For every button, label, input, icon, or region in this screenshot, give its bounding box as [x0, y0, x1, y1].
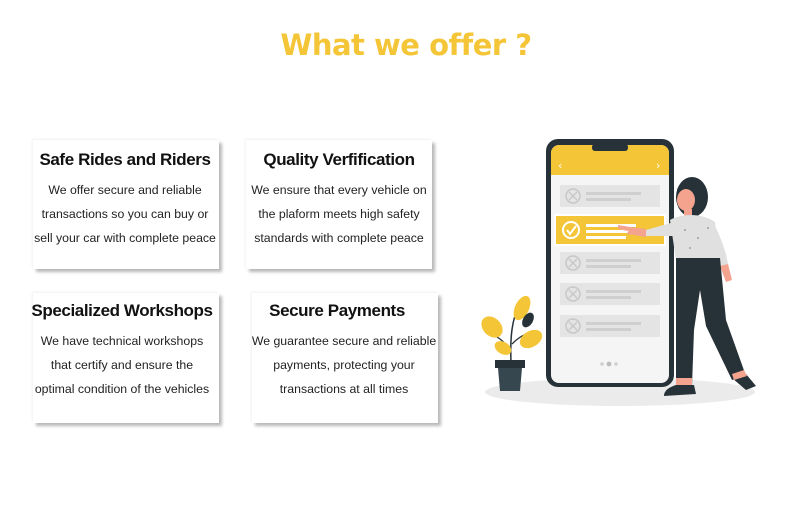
card-line: We ensure that every vehicle on — [251, 183, 427, 197]
card-line: We have technical workshops — [40, 334, 204, 348]
phone-checklist-illustration: ‹ › — [470, 130, 770, 420]
card-line: optimal condition of the vehicles — [34, 382, 210, 396]
card-line: that certify and ensure the — [50, 358, 194, 372]
card-line: standards with complete peace — [254, 231, 424, 245]
offer-section: What we offer ? Safe Rides and Riders We… — [0, 0, 805, 532]
card-line: payments, protecting your — [273, 358, 415, 372]
checklist-item — [560, 185, 660, 207]
svg-text:‹: ‹ — [558, 159, 562, 172]
card-line: We guarantee secure and reliable — [251, 334, 437, 348]
card-title: Secure Payments — [269, 301, 405, 320]
card-description: We have technical workshops that certify… — [29, 329, 215, 401]
feature-card-secure-payments: Secure Payments We guarantee secure and … — [252, 293, 438, 423]
card-description: We guarantee secure and reliable payment… — [246, 329, 442, 401]
card-title: Specialized Workshops — [31, 301, 213, 320]
card-title: Quality Verfification — [263, 150, 415, 169]
card-line: transactions at all times — [279, 382, 409, 396]
svg-text:›: › — [656, 159, 660, 172]
card-title: Safe Rides and Riders — [39, 150, 211, 169]
checklist-item — [560, 252, 660, 274]
card-line: sell your car with complete peace — [34, 231, 216, 245]
section-title: What we offer ? — [280, 28, 532, 62]
feature-card-specialized-workshops: Specialized Workshops We have technical … — [31, 293, 219, 423]
plant-icon — [481, 295, 543, 391]
card-description: We ensure that every vehicle on the plaf… — [244, 178, 434, 250]
feature-card-safe-rides: Safe Rides and Riders We offer secure an… — [33, 140, 219, 269]
card-description: We offer secure and reliable transaction… — [33, 178, 217, 250]
phone-icon: ‹ › — [546, 139, 674, 387]
card-line: the plaform meets high safety — [258, 207, 420, 221]
feature-card-quality-verification: Quality Verfification We ensure that eve… — [246, 140, 432, 269]
card-line: transactions so you can buy or — [41, 207, 209, 221]
card-line: We offer secure and reliable — [48, 183, 202, 197]
checklist-item — [560, 283, 660, 305]
checklist-item — [560, 315, 660, 337]
